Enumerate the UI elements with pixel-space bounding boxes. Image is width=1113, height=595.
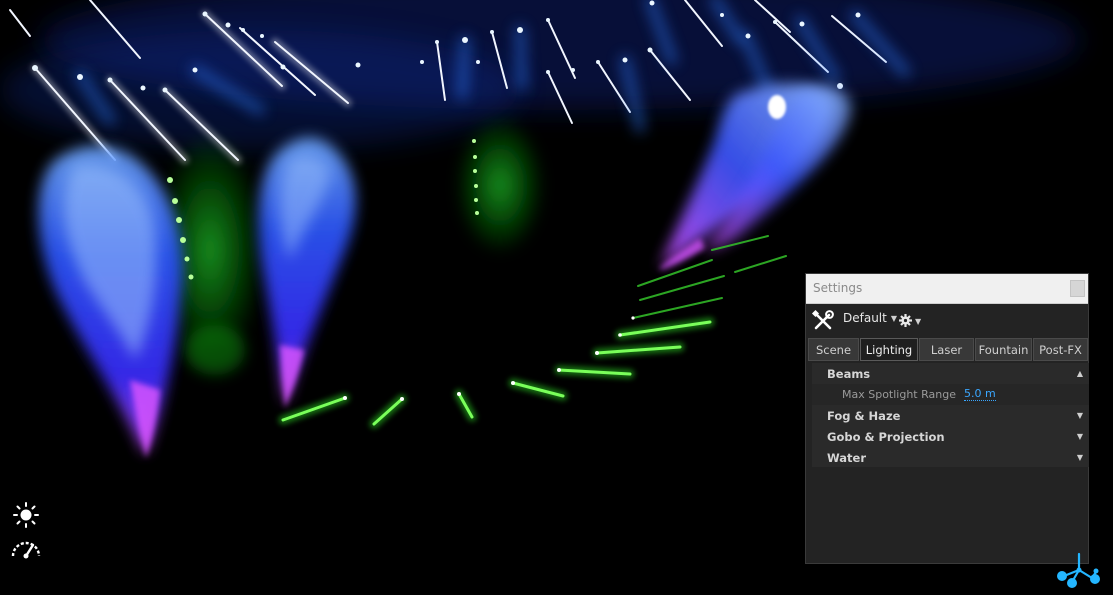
chevron-down-icon: ▼ [890, 313, 898, 323]
lighting-content: Beams ▲ Max Spotlight Range 5.0 m Fog & … [812, 363, 1089, 467]
tab-post-fx[interactable]: Post-FX [1033, 338, 1088, 361]
green-floor-beams [278, 235, 787, 429]
chevron-up-icon: ▲ [1076, 369, 1083, 378]
section-label: Water [827, 450, 867, 465]
tools-icon [811, 309, 835, 333]
gear-icon [899, 312, 912, 331]
section-label: Gobo & Projection [827, 429, 945, 444]
tab-bar: Scene Lighting Laser Fountain Post-FX [808, 338, 1088, 361]
fog-jets-right [660, 83, 851, 270]
section-fog-haze[interactable]: Fog & Haze ▼ [812, 405, 1089, 426]
green-floor-glow [155, 115, 545, 375]
panel-close-button[interactable] [1070, 280, 1085, 297]
section-beams[interactable]: Beams ▲ [812, 363, 1089, 384]
panel-titlebar[interactable]: Settings [806, 274, 1088, 304]
sun-icon[interactable] [10, 502, 42, 528]
fog-jet-center [258, 137, 356, 408]
max-spotlight-range-row: Max Spotlight Range 5.0 m [812, 384, 1089, 405]
chevron-down-icon: ▼ [1076, 432, 1083, 441]
prop-label: Max Spotlight Range [842, 388, 956, 401]
molecule-logo-icon [1052, 552, 1106, 590]
chevron-down-icon: ▼ [915, 317, 922, 326]
tab-scene[interactable]: Scene [808, 338, 859, 361]
tab-fountain[interactable]: Fountain [975, 338, 1032, 361]
fog-jet-left [38, 145, 183, 458]
panel-title: Settings [813, 281, 863, 295]
section-gobo-projection[interactable]: Gobo & Projection ▼ [812, 426, 1089, 447]
preset-dropdown[interactable]: Default ▼ [843, 311, 897, 325]
section-label: Fog & Haze [827, 408, 901, 423]
section-label: Beams [827, 366, 871, 381]
gear-menu-button[interactable]: ▼ [899, 312, 921, 331]
panel-toolbar: Default ▼ ▼ [806, 304, 1088, 336]
max-spotlight-range-value[interactable]: 5.0 m [964, 388, 996, 401]
section-water[interactable]: Water ▼ [812, 447, 1089, 468]
chevron-down-icon: ▼ [1076, 453, 1083, 462]
top-rig-haze [0, 0, 1080, 150]
tab-lighting[interactable]: Lighting [860, 338, 918, 361]
tab-laser[interactable]: Laser [919, 338, 974, 361]
preset-value: Default [843, 311, 887, 325]
settings-panel: Settings Default ▼ ▼ Scene Lighting Lase… [805, 273, 1089, 564]
chevron-down-icon: ▼ [1076, 411, 1083, 420]
speedometer-icon[interactable] [10, 535, 42, 561]
